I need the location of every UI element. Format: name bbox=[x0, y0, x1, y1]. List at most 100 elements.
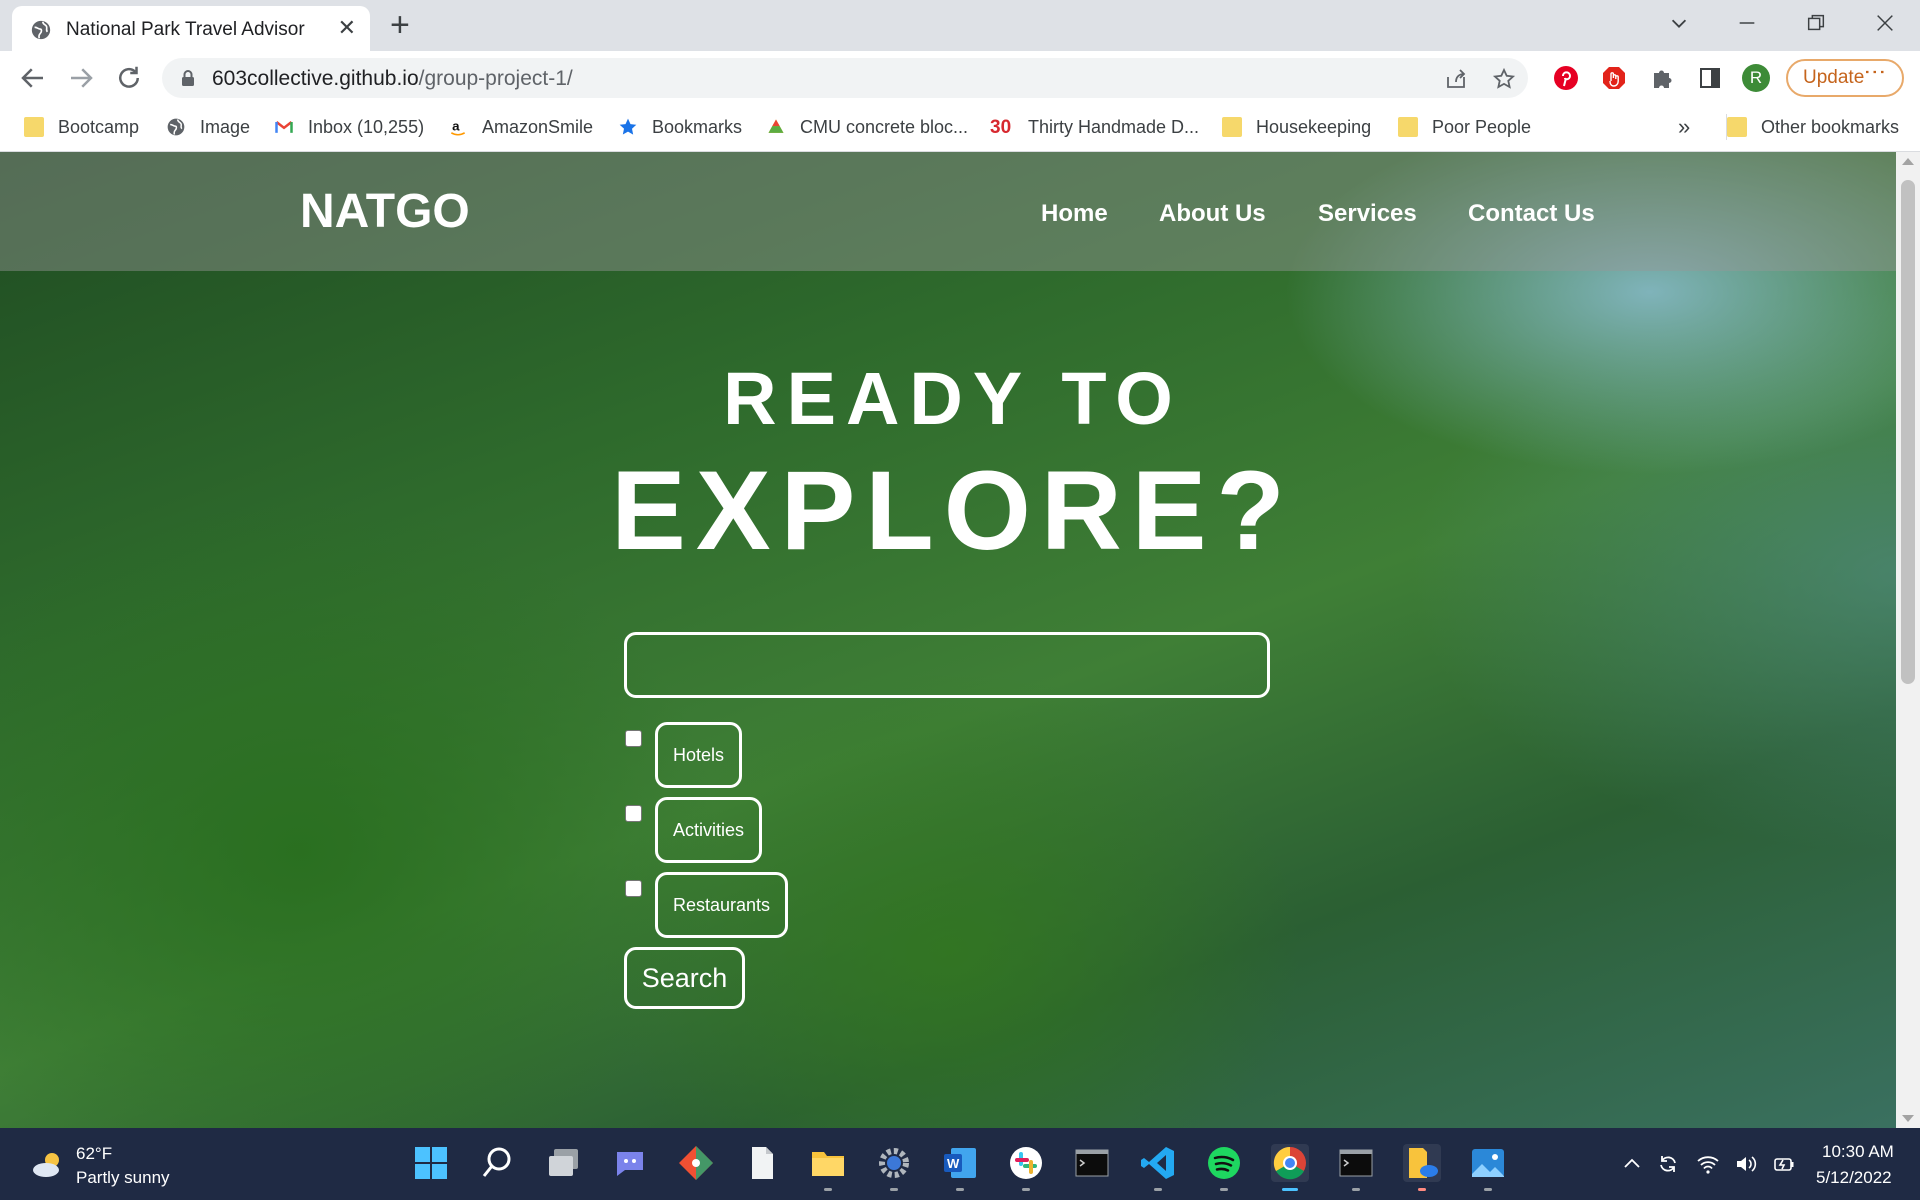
bookmark-housekeeping[interactable]: Housekeeping bbox=[1222, 114, 1371, 140]
bookmark-bookmarks[interactable]: Bookmarks bbox=[618, 114, 742, 140]
battery-icon[interactable] bbox=[1772, 1152, 1796, 1176]
globe-icon bbox=[167, 118, 185, 136]
extensions-icon[interactable] bbox=[1648, 64, 1676, 92]
activities-filter-label[interactable]: Activities bbox=[655, 797, 763, 863]
page-viewport: NATGO Home About Us Services Contact Us … bbox=[0, 152, 1896, 1128]
bookmarks-bar: Bootcamp Image Inbox (10,255) a AmazonSm… bbox=[0, 104, 1920, 152]
activities-checkbox[interactable] bbox=[625, 805, 642, 822]
file-icon bbox=[752, 1147, 773, 1179]
taskbar-notepad[interactable] bbox=[743, 1144, 781, 1182]
nav-contact-us[interactable]: Contact Us bbox=[1468, 200, 1595, 228]
running-indicator bbox=[956, 1188, 964, 1191]
sync-icon[interactable] bbox=[1656, 1152, 1680, 1176]
browser-toolbar: 603collective.github.io/group-project-1/… bbox=[0, 51, 1920, 104]
tab-title: National Park Travel Advisor bbox=[66, 19, 305, 40]
taskbar-search[interactable] bbox=[479, 1144, 517, 1182]
bookmark-label: Thirty Handmade D... bbox=[1028, 116, 1200, 137]
side-panel-icon[interactable] bbox=[1696, 64, 1724, 92]
clock-time[interactable]: 10:30 AM bbox=[1822, 1142, 1894, 1162]
task-view-icon bbox=[549, 1149, 578, 1176]
svg-text:a: a bbox=[452, 118, 460, 133]
update-button[interactable]: Update ⋮ bbox=[1786, 59, 1904, 97]
terminal-icon bbox=[1339, 1149, 1373, 1177]
bookmark-thirty[interactable]: 30 Thirty Handmade D... bbox=[990, 114, 1199, 140]
lock-icon[interactable] bbox=[180, 69, 196, 87]
back-icon[interactable] bbox=[18, 63, 48, 93]
taskbar-word[interactable]: W bbox=[941, 1144, 979, 1191]
scroll-up-arrow-icon[interactable] bbox=[1902, 158, 1914, 165]
taskbar-spotify[interactable] bbox=[1205, 1144, 1243, 1191]
taskbar-vscode[interactable] bbox=[1139, 1144, 1177, 1191]
windows-icon bbox=[415, 1147, 447, 1179]
menu-dots-icon[interactable]: ⋮ bbox=[1858, 61, 1892, 82]
chrome-icon bbox=[1273, 1146, 1306, 1180]
taskbar-terminal-2[interactable] bbox=[1337, 1144, 1375, 1191]
search-input[interactable] bbox=[624, 632, 1270, 698]
wifi-icon[interactable] bbox=[1696, 1152, 1720, 1176]
bookmark-label: Bookmarks bbox=[652, 116, 743, 137]
terminal-icon bbox=[1075, 1149, 1109, 1177]
update-label: Update bbox=[1803, 67, 1865, 88]
address-bar[interactable]: 603collective.github.io/group-project-1/ bbox=[162, 58, 1528, 98]
adblock-icon[interactable] bbox=[1600, 64, 1628, 92]
taskbar-gitkraken[interactable] bbox=[677, 1144, 715, 1182]
reload-icon[interactable] bbox=[114, 63, 144, 93]
tab-search-icon[interactable] bbox=[1668, 12, 1690, 34]
bookmark-amazonsmile[interactable]: a AmazonSmile bbox=[448, 114, 593, 140]
star-bookmark-icon[interactable] bbox=[1492, 67, 1516, 91]
show-hidden-icons-chevron-icon[interactable] bbox=[1620, 1152, 1644, 1176]
taskbar-slack[interactable] bbox=[1007, 1144, 1045, 1191]
profile-avatar[interactable]: R bbox=[1742, 64, 1770, 92]
taskbar-settings[interactable] bbox=[875, 1144, 913, 1191]
bookmark-inbox[interactable]: Inbox (10,255) bbox=[274, 114, 424, 140]
bookmark-poor-people[interactable]: Poor People bbox=[1398, 114, 1531, 140]
bookmark-bootcamp[interactable]: Bootcamp bbox=[24, 114, 139, 140]
taskbar-terminal-1[interactable] bbox=[1073, 1144, 1111, 1182]
tab-strip: National Park Travel Advisor ✕ + bbox=[0, 0, 1920, 51]
page-scrollbar[interactable] bbox=[1896, 152, 1920, 1128]
nav-home[interactable]: Home bbox=[1041, 200, 1108, 228]
hotels-checkbox[interactable] bbox=[625, 730, 642, 747]
taskbar-onedrive-folder[interactable] bbox=[1403, 1144, 1441, 1191]
scroll-down-arrow-icon[interactable] bbox=[1902, 1115, 1914, 1122]
hotels-filter-label[interactable]: Hotels bbox=[655, 722, 743, 788]
folder-icon bbox=[24, 117, 44, 137]
restaurants-checkbox[interactable] bbox=[625, 880, 642, 897]
taskbar-teams-chat[interactable] bbox=[611, 1144, 649, 1182]
search-button[interactable]: Search bbox=[624, 947, 745, 1009]
bookmark-image[interactable]: Image bbox=[166, 114, 250, 140]
share-icon[interactable] bbox=[1444, 67, 1468, 91]
forward-icon[interactable] bbox=[66, 63, 96, 93]
site-navbar: NATGO Home About Us Services Contact Us bbox=[0, 152, 1896, 271]
svg-text:W: W bbox=[947, 1156, 960, 1171]
star-icon bbox=[619, 118, 637, 135]
taskbar-file-explorer[interactable] bbox=[809, 1144, 847, 1191]
restore-icon[interactable] bbox=[1805, 12, 1827, 34]
restaurants-filter-label[interactable]: Restaurants bbox=[655, 872, 789, 938]
nav-services[interactable]: Services bbox=[1318, 200, 1417, 228]
start-button[interactable] bbox=[412, 1144, 450, 1182]
nav-about-us[interactable]: About Us bbox=[1159, 200, 1266, 228]
url-text[interactable]: 603collective.github.io/group-project-1/ bbox=[212, 67, 573, 91]
pinterest-icon[interactable] bbox=[1552, 64, 1580, 92]
clock-date[interactable]: 5/12/2022 bbox=[1816, 1168, 1892, 1188]
new-tab-button[interactable]: + bbox=[390, 8, 410, 42]
taskbar-chrome[interactable] bbox=[1271, 1144, 1309, 1191]
scroll-thumb[interactable] bbox=[1901, 180, 1915, 684]
tab-active[interactable]: National Park Travel Advisor ✕ bbox=[12, 6, 370, 51]
volume-icon[interactable] bbox=[1734, 1152, 1758, 1176]
bookmark-cmu[interactable]: CMU concrete bloc... bbox=[766, 114, 968, 140]
taskbar-task-view[interactable] bbox=[545, 1144, 583, 1182]
close-window-icon[interactable] bbox=[1874, 12, 1896, 34]
bookmarks-overflow-button[interactable]: » bbox=[1678, 114, 1690, 140]
bookmark-label: AmazonSmile bbox=[482, 116, 594, 137]
bookmark-label: Inbox (10,255) bbox=[308, 116, 425, 137]
taskbar-photos[interactable] bbox=[1469, 1144, 1507, 1191]
minimize-icon[interactable] bbox=[1736, 12, 1758, 34]
site-logo[interactable]: NATGO bbox=[300, 184, 470, 239]
bookmark-other[interactable]: Other bookmarks bbox=[1726, 114, 1899, 140]
partly-sunny-icon bbox=[33, 1153, 59, 1177]
weather-temperature: 62°F bbox=[76, 1144, 113, 1163]
slack-icon bbox=[1010, 1147, 1042, 1179]
tab-close-icon[interactable]: ✕ bbox=[338, 17, 356, 39]
